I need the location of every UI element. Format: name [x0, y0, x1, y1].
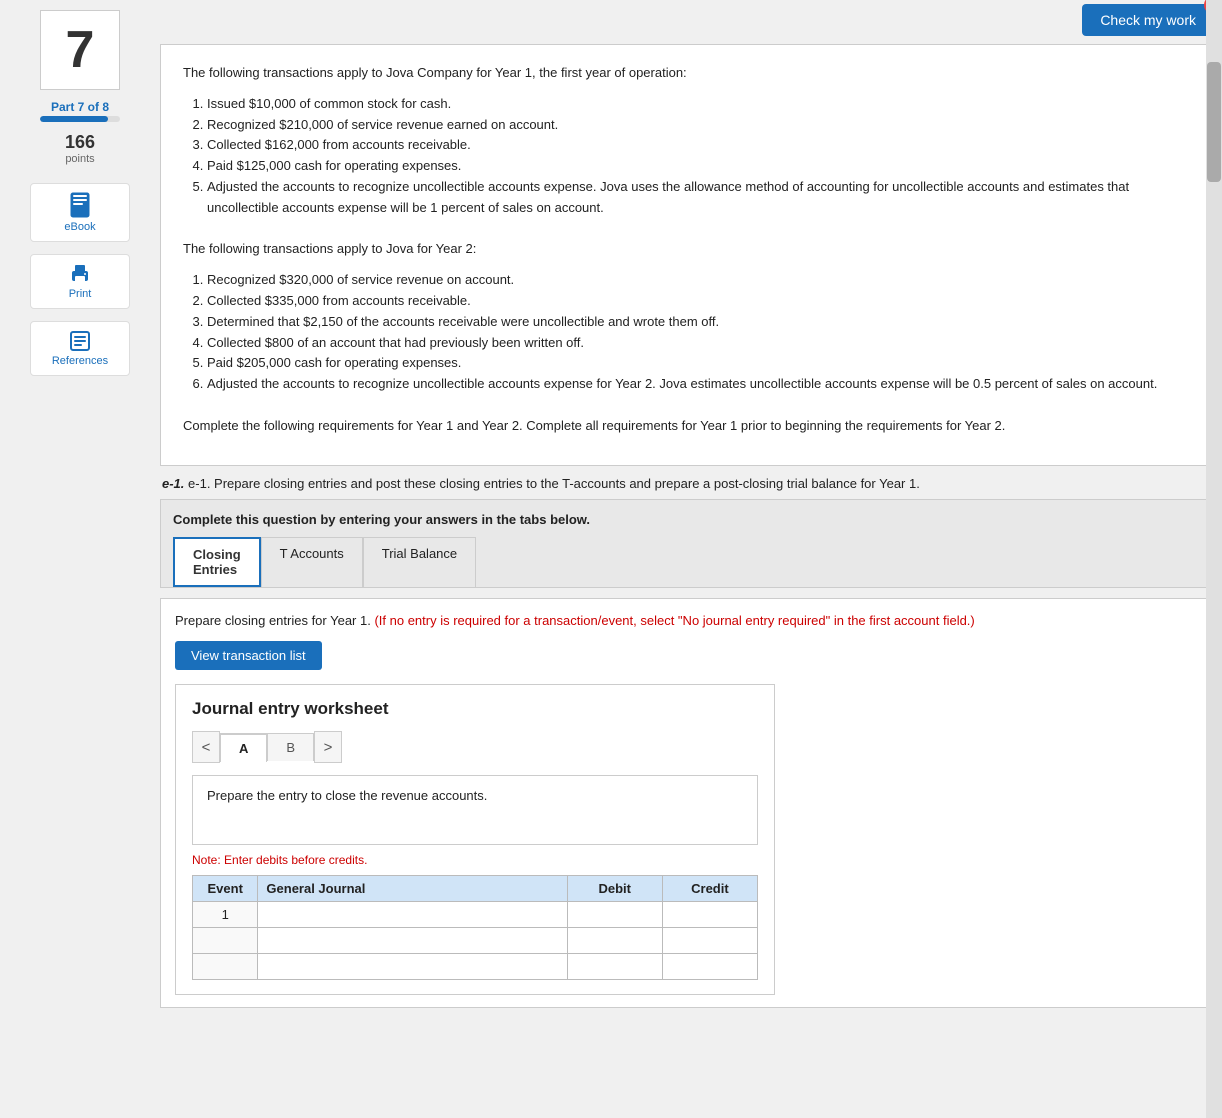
worksheet-tab-a[interactable]: A — [220, 733, 267, 762]
journal-cell-1[interactable] — [258, 928, 567, 954]
credit-input-2[interactable] — [669, 959, 751, 974]
journal-worksheet: Journal entry worksheet < A B > — [175, 684, 775, 995]
journal-input-2[interactable] — [264, 959, 560, 974]
year2-item-1: Recognized $320,000 of service revenue o… — [207, 270, 1189, 291]
year2-item-5: Paid $205,000 cash for operating expense… — [207, 353, 1189, 374]
check-work-button[interactable]: Check my work 3 — [1082, 4, 1214, 36]
print-icon — [69, 263, 91, 285]
year1-item-4: Paid $125,000 cash for operating expense… — [207, 156, 1189, 177]
tab-b-label: B — [286, 740, 295, 755]
check-work-label: Check my work — [1100, 12, 1196, 28]
table-row — [193, 928, 758, 954]
year1-item-2: Recognized $210,000 of service revenue e… — [207, 115, 1189, 136]
e1-instruction: e-1. e-1. Prepare closing entries and po… — [160, 476, 1212, 491]
entry-description: Prepare the entry to close the revenue a… — [207, 788, 487, 803]
debit-input-0[interactable] — [574, 907, 656, 922]
journal-cell-0[interactable] — [258, 902, 567, 928]
debit-cell-0[interactable] — [567, 902, 662, 928]
debit-input-2[interactable] — [574, 959, 656, 974]
part-progress-fill — [40, 116, 108, 122]
table-row — [193, 954, 758, 980]
event-cell-2 — [193, 954, 258, 980]
credit-input-0[interactable] — [669, 907, 751, 922]
scrollbar-thumb[interactable] — [1207, 62, 1221, 182]
event-cell-0: 1 — [193, 902, 258, 928]
year1-item-1: Issued $10,000 of common stock for cash. — [207, 94, 1189, 115]
table-row: 1 — [193, 902, 758, 928]
print-button[interactable]: Print — [30, 254, 130, 309]
debit-cell-1[interactable] — [567, 928, 662, 954]
year1-item-3: Collected $162,000 from accounts receiva… — [207, 135, 1189, 156]
year1-intro: The following transactions apply to Jova… — [183, 63, 1189, 84]
tab-content: Prepare closing entries for Year 1. (If … — [160, 598, 1212, 1009]
nav-prev-icon: < — [202, 739, 211, 756]
journal-table: Event General Journal Debit Credit 1 — [192, 875, 758, 980]
instruction-prefix: Prepare closing entries for Year 1. — [175, 613, 374, 628]
problem-area: The following transactions apply to Jova… — [160, 44, 1212, 466]
part-number: 7 — [66, 20, 95, 80]
worksheet-nav: < A B > — [192, 731, 758, 763]
year2-item-3: Determined that $2,150 of the accounts r… — [207, 312, 1189, 333]
points-value: 166 — [65, 132, 95, 153]
scrollbar[interactable] — [1206, 0, 1222, 1118]
note-text: Note: Enter debits before credits. — [192, 853, 758, 867]
credit-cell-2[interactable] — [662, 954, 757, 980]
references-button[interactable]: References — [30, 321, 130, 376]
points-label: points — [65, 153, 94, 165]
journal-input-0[interactable] — [264, 907, 560, 922]
tabs-instruction: Complete this question by entering your … — [173, 512, 1199, 527]
tabs-container: Complete this question by entering your … — [160, 499, 1212, 588]
part-label: Part 7 of 8 — [51, 100, 109, 114]
ebook-label: eBook — [64, 221, 95, 233]
references-label: References — [52, 355, 108, 367]
col-debit: Debit — [567, 876, 662, 902]
year1-item-5: Adjusted the accounts to recognize uncol… — [207, 177, 1189, 219]
tab-content-instruction: Prepare closing entries for Year 1. (If … — [175, 611, 1197, 632]
main-content: Check my work 3 The following transactio… — [160, 0, 1222, 1118]
year2-item-6: Adjusted the accounts to recognize uncol… — [207, 374, 1189, 395]
tab-closing-entries[interactable]: ClosingEntries — [173, 537, 261, 587]
journal-cell-2[interactable] — [258, 954, 567, 980]
event-cell-1 — [193, 928, 258, 954]
year2-list: Recognized $320,000 of service revenue o… — [207, 270, 1189, 395]
nav-next-button[interactable]: > — [314, 731, 342, 763]
debit-cell-2[interactable] — [567, 954, 662, 980]
journal-input-1[interactable] — [264, 933, 560, 948]
view-transaction-button[interactable]: View transaction list — [175, 641, 322, 670]
tab-trial-balance[interactable]: Trial Balance — [363, 537, 476, 587]
nav-prev-button[interactable]: < — [192, 731, 220, 763]
tabs-row: ClosingEntries T Accounts Trial Balance — [173, 537, 1199, 587]
instruction-red: (If no entry is required for a transacti… — [374, 613, 974, 628]
sidebar: 7 Part 7 of 8 166 points eBook Print — [0, 0, 160, 1118]
year2-item-2: Collected $335,000 from accounts receiva… — [207, 291, 1189, 312]
tab-t-accounts[interactable]: T Accounts — [261, 537, 363, 587]
credit-cell-1[interactable] — [662, 928, 757, 954]
year2-intro: The following transactions apply to Jova… — [183, 239, 1189, 260]
ebook-icon — [69, 192, 91, 218]
references-icon — [69, 330, 91, 352]
debit-input-1[interactable] — [574, 933, 656, 948]
col-credit: Credit — [662, 876, 757, 902]
credit-input-1[interactable] — [669, 933, 751, 948]
journal-tbody: 1 — [193, 902, 758, 980]
tab-a-label: A — [239, 741, 248, 756]
worksheet-tab-b[interactable]: B — [267, 733, 314, 761]
col-general-journal: General Journal — [258, 876, 567, 902]
year1-list: Issued $10,000 of common stock for cash.… — [207, 94, 1189, 219]
table-header-row: Event General Journal Debit Credit — [193, 876, 758, 902]
nav-next-icon: > — [324, 739, 333, 756]
e1-bold: e-1. — [162, 476, 184, 491]
col-event: Event — [193, 876, 258, 902]
part-progress-bar — [40, 116, 120, 122]
part-number-box: 7 — [40, 10, 120, 90]
year2-item-4: Collected $800 of an account that had pr… — [207, 333, 1189, 354]
credit-cell-0[interactable] — [662, 902, 757, 928]
e1-text: e-1. Prepare closing entries and post th… — [188, 476, 920, 491]
print-label: Print — [69, 288, 92, 300]
complete-instruction: Complete the following requirements for … — [183, 416, 1189, 437]
top-bar: Check my work 3 — [160, 0, 1222, 40]
journal-title: Journal entry worksheet — [192, 699, 758, 719]
entry-description-box: Prepare the entry to close the revenue a… — [192, 775, 758, 845]
ebook-button[interactable]: eBook — [30, 183, 130, 242]
